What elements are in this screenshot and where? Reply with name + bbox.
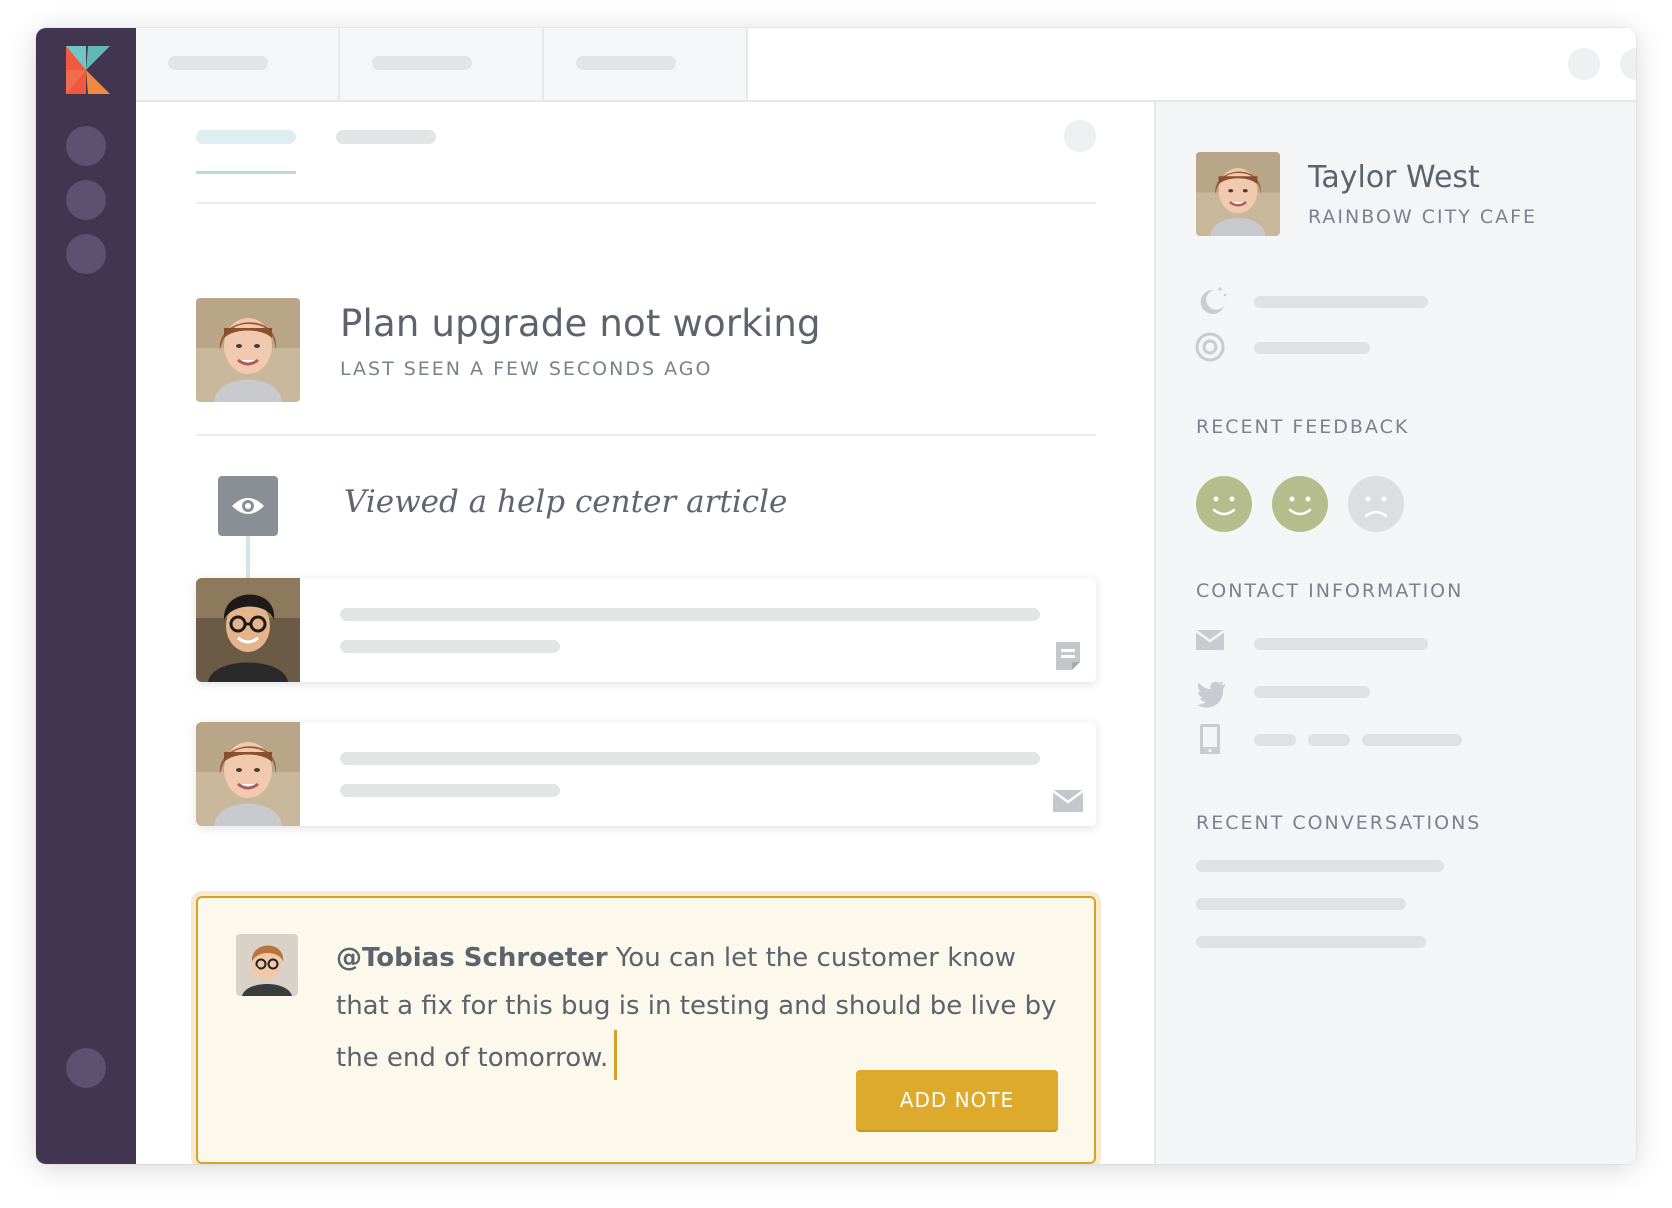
positive-feedback-icon[interactable]: [1272, 476, 1328, 532]
negative-feedback-icon[interactable]: [1348, 476, 1404, 532]
subtab-underline: [196, 171, 296, 174]
note-composer[interactable]: @Tobias Schroeter You can let the custom…: [196, 896, 1096, 1164]
kayako-logo[interactable]: [66, 46, 110, 94]
envelope-icon: [1052, 784, 1084, 816]
conversation-title: Plan upgrade not working: [340, 302, 821, 345]
twitter-icon: [1194, 676, 1228, 710]
recent-conversation-item[interactable]: [1196, 860, 1444, 872]
conversation-panel: Plan upgrade not working LAST SEEN A FEW…: [136, 102, 1154, 1164]
left-rail: [36, 28, 136, 1164]
rail-nav-item[interactable]: [66, 180, 106, 220]
customer-avatar: [196, 722, 300, 826]
divider: [196, 434, 1096, 436]
customer-sidebar: Taylor West RAINBOW CITY CAFE RECENT FEE…: [1154, 102, 1636, 1164]
recent-conversations-heading: RECENT CONVERSATIONS: [1196, 812, 1482, 834]
top-bar-action[interactable]: [1568, 48, 1600, 80]
top-bar-action[interactable]: [1620, 48, 1636, 80]
event-label: Viewed a help center article: [344, 484, 788, 520]
timeline-card-article[interactable]: [196, 578, 1096, 682]
agent-note-avatar: [236, 934, 298, 996]
app-window: Plan upgrade not working LAST SEEN A FEW…: [36, 28, 1636, 1164]
eye-icon: [218, 476, 278, 536]
recent-feedback-heading: RECENT FEEDBACK: [1196, 416, 1410, 438]
subtab-action[interactable]: [1064, 120, 1096, 152]
rail-profile-avatar[interactable]: [66, 1048, 106, 1088]
rail-nav-item[interactable]: [66, 234, 106, 274]
subtab[interactable]: [336, 130, 436, 144]
document-icon: [1052, 640, 1084, 672]
phone-icon: [1194, 722, 1228, 756]
top-tab[interactable]: [136, 28, 340, 100]
top-tab[interactable]: [544, 28, 748, 100]
note-mention: @Tobias Schroeter: [336, 943, 608, 973]
recent-conversation-item[interactable]: [1196, 898, 1406, 910]
top-tab[interactable]: [340, 28, 544, 100]
envelope-icon: [1194, 624, 1228, 658]
note-text[interactable]: @Tobias Schroeter You can let the custom…: [336, 934, 1076, 1082]
customer-company: RAINBOW CITY CAFE: [1308, 206, 1538, 228]
positive-feedback-icon[interactable]: [1196, 476, 1252, 532]
contact-information-heading: CONTACT INFORMATION: [1196, 580, 1464, 602]
moon-icon: [1194, 284, 1228, 318]
divider: [196, 202, 1096, 204]
timeline-connector: [246, 536, 250, 578]
top-bar: [136, 28, 1636, 102]
customer-name: Taylor West: [1308, 160, 1480, 195]
customer-avatar: [196, 298, 300, 402]
rail-nav-item[interactable]: [66, 126, 106, 166]
timeline-card-email[interactable]: [196, 722, 1096, 826]
subtab-active[interactable]: [196, 130, 296, 144]
customer-profile-avatar[interactable]: [1196, 152, 1280, 236]
agent-avatar: [196, 578, 300, 682]
target-icon: [1194, 330, 1228, 364]
add-note-button[interactable]: ADD NOTE: [856, 1070, 1058, 1130]
text-caret: [614, 1030, 618, 1080]
conversation-last-seen: LAST SEEN A FEW SECONDS AGO: [340, 358, 713, 380]
recent-conversation-item[interactable]: [1196, 936, 1426, 948]
